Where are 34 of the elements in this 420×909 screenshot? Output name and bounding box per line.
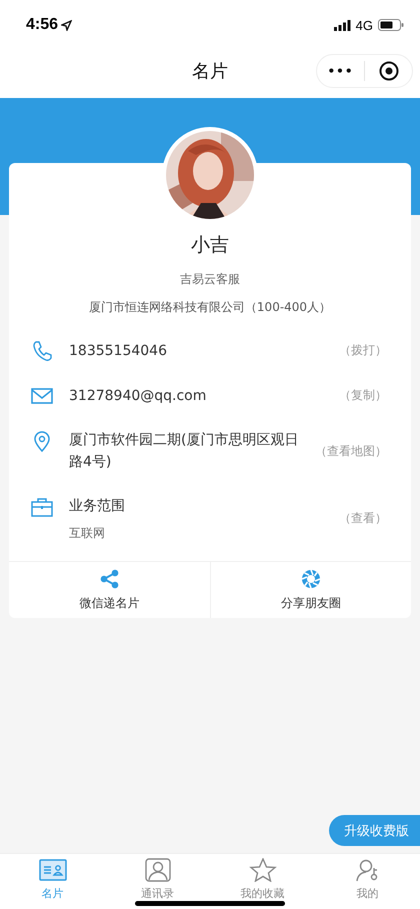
- field-label: 业务范围: [69, 497, 126, 516]
- star-icon: [248, 858, 276, 882]
- copy-link[interactable]: （复制）: [339, 387, 387, 404]
- tab-item[interactable]: 名片: [0, 854, 105, 909]
- more-button[interactable]: •••: [317, 64, 364, 78]
- phone-number: 18355154046: [69, 342, 168, 360]
- battery-icon: [378, 19, 404, 31]
- job-title: 吉易云客服: [179, 271, 241, 288]
- moments-share-button[interactable]: 分享朋友圈: [210, 562, 411, 618]
- tab-item[interactable]: 通讯录: [105, 854, 210, 909]
- page-title: 名片: [192, 60, 228, 83]
- network-label: 4G: [356, 18, 373, 32]
- id-card-icon: [38, 858, 66, 882]
- field-value: 互联网: [69, 525, 106, 542]
- clock-time: 4:56: [26, 16, 58, 34]
- address-text: 厦门市软件园二期(厦门市思明区观日路4号): [69, 431, 299, 472]
- map-link[interactable]: （查看地图）: [315, 442, 387, 460]
- call-link[interactable]: （拨打）: [339, 342, 387, 359]
- contact-book-icon: [144, 858, 172, 882]
- view-link[interactable]: （查看）: [339, 510, 387, 527]
- tab-item[interactable]: 我的收藏: [210, 854, 315, 909]
- mail-icon: [31, 385, 53, 407]
- tab-item[interactable]: 我的: [315, 854, 420, 909]
- phone-icon: [31, 340, 53, 362]
- wechat-share-button[interactable]: 微信递名片: [9, 562, 210, 618]
- person-name: 小吉: [190, 233, 230, 258]
- company-name: 厦门市恒连网络科技有限公司（100-400人）: [88, 299, 332, 316]
- share-icon: [100, 568, 119, 588]
- email-address: 31278940@qq.com: [69, 386, 208, 406]
- location-arrow-icon: [61, 20, 72, 30]
- aperture-icon: [300, 568, 321, 588]
- upgrade-button[interactable]: 升级收费版: [329, 815, 420, 846]
- briefcase-icon: [31, 496, 53, 518]
- signal-icon: [334, 20, 351, 30]
